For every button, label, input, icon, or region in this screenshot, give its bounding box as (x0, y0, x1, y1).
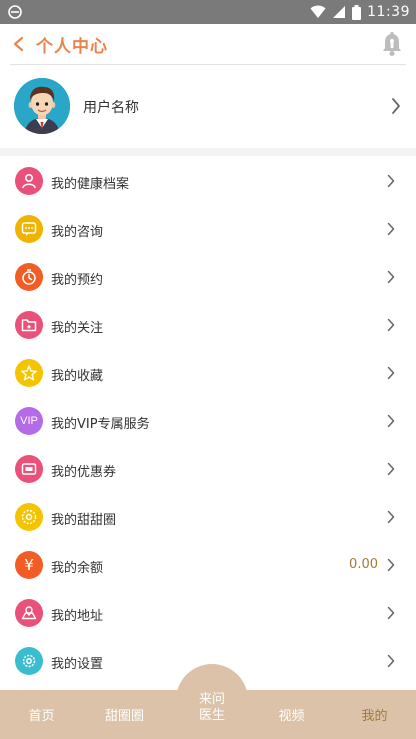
menu-item-label: 我的咨询 (51, 225, 104, 240)
menu-item-label: 我的优惠券 (51, 465, 117, 480)
wifi-icon (310, 5, 326, 18)
page-title: 个人中心 (36, 37, 108, 57)
map-icon (15, 599, 43, 627)
donut-icon (15, 503, 43, 531)
profile-row[interactable]: 用户名称 (0, 66, 416, 148)
health-record-icon (15, 167, 43, 195)
menu-item-label: 我的VIP专属服务 (51, 417, 150, 432)
avatar-illustration (14, 78, 70, 134)
menu-item-coupons[interactable]: 我的优惠券 (0, 445, 416, 493)
menu-item-label: 我的地址 (51, 609, 104, 624)
chevron-right-icon (387, 318, 395, 332)
gear-icon (15, 647, 43, 675)
tab-ask-doctor-line1: 来问 (198, 692, 225, 707)
chevron-right-icon (387, 174, 395, 188)
coupon-icon (15, 455, 43, 483)
vip-icon-text: VIP (20, 415, 38, 427)
section-divider (0, 148, 416, 156)
chevron-right-icon (387, 462, 395, 476)
header: 个人中心 (0, 24, 416, 64)
star-icon (15, 359, 43, 387)
tab-label: 首页 (28, 709, 55, 724)
tab-home[interactable]: 首页 (0, 690, 83, 739)
menu-item-vip-service[interactable]: VIP 我的VIP专属服务 (0, 397, 416, 445)
menu-item-label: 我的收藏 (51, 369, 104, 384)
avatar[interactable] (14, 78, 70, 134)
tab-donut-circle[interactable]: 甜圈圈 (83, 690, 166, 739)
chat-icon (15, 215, 43, 243)
chevron-right-icon (387, 558, 395, 572)
menu-item-consultation[interactable]: 我的咨询 (0, 205, 416, 253)
menu-item-address[interactable]: 我的地址 (0, 589, 416, 637)
bell-icon[interactable] (380, 31, 404, 57)
menu-item-donut[interactable]: 我的甜甜圈 (0, 493, 416, 541)
yen-icon-text: ¥ (24, 556, 34, 574)
tab-mine[interactable]: 我的 (333, 690, 416, 739)
tab-label: 甜圈圈 (104, 709, 144, 724)
folder-icon (15, 311, 43, 339)
balance-value: 0.00 (349, 557, 378, 572)
chevron-right-icon (387, 366, 395, 380)
yen-icon: ¥ (15, 551, 43, 579)
menu-item-label: 我的设置 (51, 657, 104, 672)
clock-icon (15, 263, 43, 291)
chevron-right-icon (387, 654, 395, 668)
back-arrow-icon[interactable] (10, 32, 30, 56)
tab-label: 我的 (361, 709, 388, 724)
page: 11:39 个人中心 用户名称 我的健康档案 我的咨询 我的预约 我的关注 我的… (0, 0, 416, 739)
menu-item-health-record[interactable]: 我的健康档案 (0, 157, 416, 205)
chevron-right-icon (387, 270, 395, 284)
chevron-right-icon (387, 510, 395, 524)
menu-item-label: 我的预约 (51, 273, 104, 288)
menu-item-label: 我的余额 (51, 561, 104, 576)
tab-video[interactable]: 视频 (250, 690, 333, 739)
menu-item-label: 我的健康档案 (51, 177, 130, 192)
header-divider (10, 64, 406, 65)
signal-icon (333, 6, 346, 18)
status-bar: 11:39 (0, 0, 416, 24)
sync-icon (8, 5, 22, 19)
tab-ask-doctor-line2: 医生 (198, 708, 225, 723)
status-time: 11:39 (367, 4, 410, 20)
chevron-right-icon (387, 222, 395, 236)
username: 用户名称 (83, 100, 139, 116)
menu-item-balance[interactable]: ¥ 我的余额 0.00 (0, 541, 416, 589)
chevron-right-icon (392, 98, 400, 114)
menu-list: 我的健康档案 我的咨询 我的预约 我的关注 我的收藏 VIP 我的VIP专属服务… (0, 157, 416, 685)
menu-item-label: 我的甜甜圈 (51, 513, 117, 528)
chevron-right-icon (387, 606, 395, 620)
menu-item-appointment[interactable]: 我的预约 (0, 253, 416, 301)
tab-ask-doctor[interactable]: 来问 医生 (176, 692, 248, 724)
vip-icon: VIP (15, 407, 43, 435)
menu-item-favorites[interactable]: 我的收藏 (0, 349, 416, 397)
battery-icon (352, 4, 362, 20)
tab-label: 视频 (278, 709, 305, 724)
menu-item-follow[interactable]: 我的关注 (0, 301, 416, 349)
menu-item-label: 我的关注 (51, 321, 104, 336)
chevron-right-icon (387, 414, 395, 428)
